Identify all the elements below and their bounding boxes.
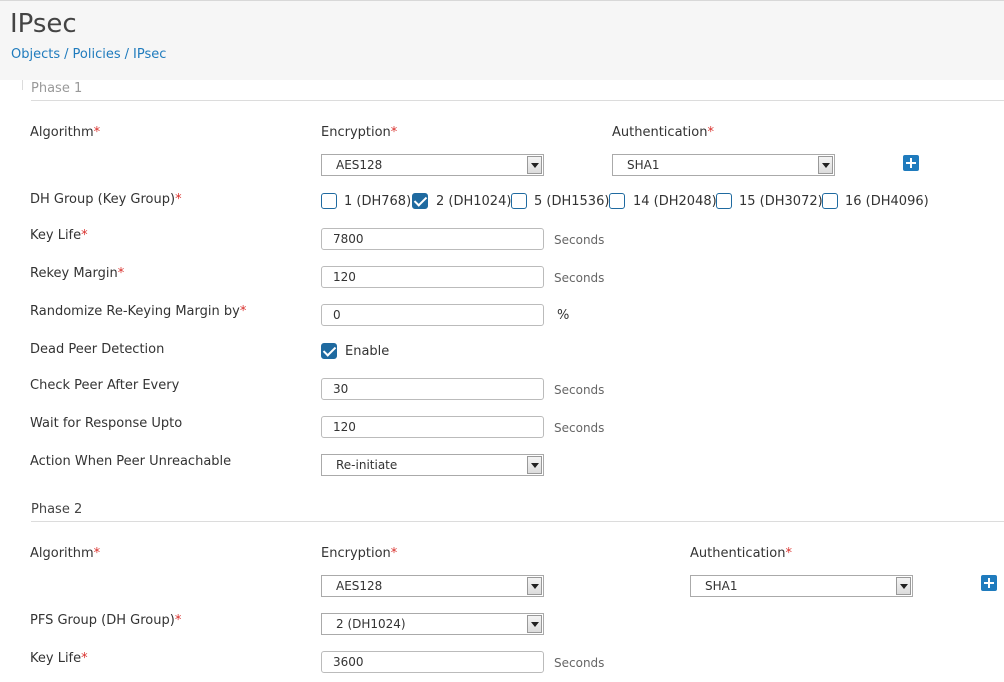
- dh-group-checkbox-14[interactable]: [609, 193, 625, 209]
- phase1-key-life-unit: Seconds: [554, 233, 605, 247]
- check-peer-unit: Seconds: [554, 383, 605, 397]
- dh-group-checkbox-label: 2 (DH1024): [436, 194, 512, 209]
- dh-group-checkbox-label: 5 (DH1536): [534, 194, 610, 209]
- phase1-add-algorithm-button[interactable]: [903, 155, 919, 171]
- dh-group-checkbox-label: 1 (DH768): [344, 194, 412, 209]
- randomize-margin-label: Randomize Re-Keying Margin by*: [30, 304, 247, 319]
- phase2-key-life-label: Key Life*: [30, 651, 88, 666]
- phase1-authentication-label: Authentication*: [612, 125, 714, 140]
- randomize-margin-unit: %: [557, 308, 570, 323]
- phase1-encryption-label: Encryption*: [321, 125, 398, 140]
- dh-group-checkbox-label: 15 (DH3072): [739, 194, 823, 209]
- chevron-down-icon: [527, 456, 542, 474]
- dh-group-checkbox-5[interactable]: [511, 193, 527, 209]
- page-header: IPsec Objects / Policies / IPsec: [0, 0, 1004, 80]
- page-title: IPsec: [10, 9, 77, 39]
- dh-group-checkbox-2[interactable]: [412, 193, 428, 209]
- dh-group-label: DH Group (Key Group)*: [30, 192, 182, 207]
- dead-peer-detection-label: Dead Peer Detection: [30, 342, 165, 357]
- breadcrumb-separator: /: [64, 47, 69, 62]
- chevron-down-icon: [896, 577, 911, 595]
- action-unreachable-value: Re-initiate: [336, 458, 398, 472]
- rekey-margin-input[interactable]: 120: [321, 266, 544, 288]
- phase2-authentication-value: SHA1: [705, 579, 738, 593]
- chevron-down-icon: [527, 156, 542, 174]
- pfs-group-select[interactable]: 2 (DH1024): [321, 613, 544, 635]
- dh-group-checkbox-1[interactable]: [321, 193, 337, 209]
- breadcrumb-policies[interactable]: Policies: [73, 47, 121, 62]
- phase2-title: Phase 2: [31, 502, 83, 517]
- phase1-authentication-value: SHA1: [627, 158, 660, 172]
- phase2-authentication-label: Authentication*: [690, 546, 792, 561]
- check-peer-input[interactable]: 30: [321, 378, 544, 400]
- dh-group-checkbox-16[interactable]: [822, 193, 838, 209]
- action-unreachable-select[interactable]: Re-initiate: [321, 454, 544, 476]
- phase1-title: Phase 1: [31, 81, 83, 96]
- check-peer-label: Check Peer After Every: [30, 378, 180, 393]
- pfs-group-label: PFS Group (DH Group)*: [30, 613, 182, 628]
- wait-response-input[interactable]: 120: [321, 416, 544, 438]
- dead-peer-detection-enable-label: Enable: [345, 344, 390, 359]
- dead-peer-detection-checkbox[interactable]: [321, 343, 337, 359]
- breadcrumb: Objects / Policies / IPsec: [11, 47, 166, 62]
- randomize-margin-input[interactable]: 0: [321, 304, 544, 326]
- phase2-encryption-select[interactable]: AES128: [321, 575, 544, 597]
- phase1-divider: [31, 100, 1004, 101]
- phase1-key-life-label: Key Life*: [30, 228, 88, 243]
- chevron-down-icon: [527, 615, 542, 633]
- phase2-add-algorithm-button[interactable]: [981, 575, 997, 591]
- phase2-key-life-input[interactable]: 3600: [321, 651, 544, 673]
- chevron-down-icon: [818, 156, 833, 174]
- phase2-encryption-value: AES128: [336, 579, 383, 593]
- phase2-key-life-unit: Seconds: [554, 656, 605, 670]
- phase2-authentication-select[interactable]: SHA1: [690, 575, 913, 597]
- phase1-authentication-select[interactable]: SHA1: [612, 154, 835, 176]
- breadcrumb-ipsec[interactable]: IPsec: [133, 47, 166, 62]
- rekey-margin-label: Rekey Margin*: [30, 266, 125, 281]
- dh-group-checkbox-label: 16 (DH4096): [845, 194, 929, 209]
- wait-response-label: Wait for Response Upto: [30, 416, 183, 431]
- breadcrumb-objects[interactable]: Objects: [11, 47, 60, 62]
- dh-group-checkbox-15[interactable]: [716, 193, 732, 209]
- phase1-algorithm-label: Algorithm*: [30, 125, 101, 140]
- rekey-margin-unit: Seconds: [554, 271, 605, 285]
- phase2-divider: [31, 521, 1004, 522]
- dh-group-checkbox-label: 14 (DH2048): [633, 194, 717, 209]
- phase1-encryption-value: AES128: [336, 158, 383, 172]
- panel-edge: [22, 80, 23, 90]
- phase2-algorithm-label: Algorithm*: [30, 546, 101, 561]
- phase1-encryption-select[interactable]: AES128: [321, 154, 544, 176]
- breadcrumb-separator: /: [124, 47, 129, 62]
- phase1-key-life-input[interactable]: 7800: [321, 228, 544, 250]
- phase2-encryption-label: Encryption*: [321, 546, 398, 561]
- chevron-down-icon: [527, 577, 542, 595]
- wait-response-unit: Seconds: [554, 421, 605, 435]
- action-unreachable-label: Action When Peer Unreachable: [30, 454, 232, 469]
- pfs-group-value: 2 (DH1024): [336, 617, 406, 631]
